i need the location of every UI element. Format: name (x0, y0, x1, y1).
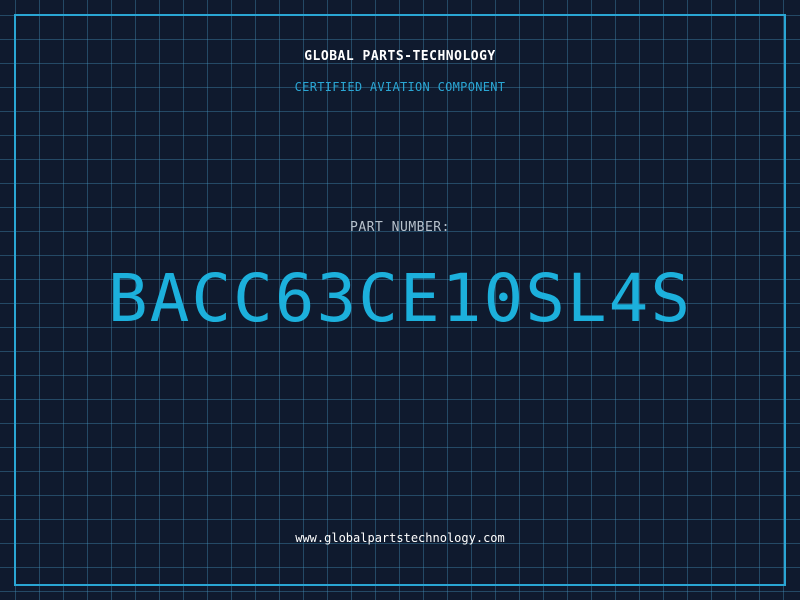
part-number-label: PART NUMBER: (350, 220, 450, 235)
part-number: BACC63CE10SL4S (107, 260, 693, 337)
tagline: CERTIFIED AVIATION COMPONENT (294, 80, 506, 94)
website-url: www.globalpartstechnology.com (295, 531, 505, 545)
company-name: GLOBAL PARTS-TECHNOLOGY (304, 49, 496, 64)
part-card: GLOBAL PARTS-TECHNOLOGY CERTIFIED AVIATI… (0, 0, 800, 600)
